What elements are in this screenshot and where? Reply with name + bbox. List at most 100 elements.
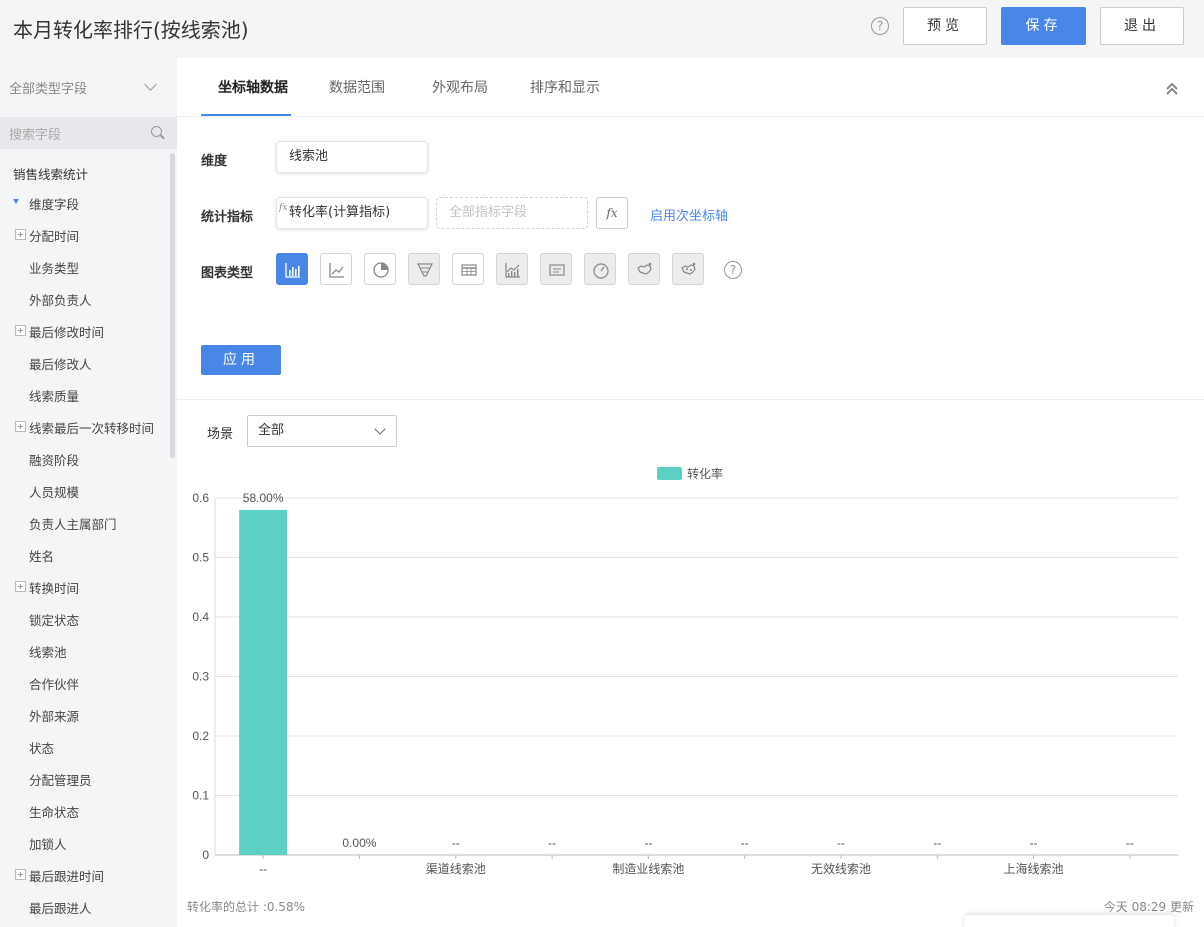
y-tick-label: 0.1 — [192, 789, 209, 803]
sidebar-field-item[interactable]: 分配时间 — [29, 226, 79, 245]
chart-type-area[interactable] — [496, 253, 528, 285]
tab-axis-data[interactable]: 坐标轴数据 — [218, 77, 288, 97]
collapse-up-icon[interactable] — [1165, 82, 1179, 96]
tab-appearance[interactable]: 外观布局 — [432, 77, 488, 97]
y-tick-label: 0.2 — [192, 729, 209, 743]
sidebar-field-item[interactable]: 加锁人 — [29, 834, 67, 853]
sidebar-field-item[interactable]: 合作伙伴 — [29, 674, 79, 693]
sidebar-field-item[interactable]: 最后跟进时间 — [29, 866, 104, 885]
tab-sort-display[interactable]: 排序和显示 — [530, 77, 600, 97]
chart-type-table[interactable] — [452, 253, 484, 285]
chart-type-funnel[interactable] — [408, 253, 440, 285]
bar — [239, 509, 288, 855]
tab-bar: 坐标轴数据 数据范围 外观布局 排序和显示 — [177, 58, 1204, 117]
exit-button[interactable]: 退出 — [1100, 7, 1184, 45]
expand-plus-icon[interactable] — [15, 869, 26, 880]
chart-type-bar[interactable] — [276, 253, 308, 285]
active-tab-indicator — [201, 114, 291, 116]
y-tick-label: 0.4 — [192, 610, 209, 624]
tree-group-dimension[interactable]: 维度字段 — [29, 194, 79, 213]
metric-field-label: 转化率(计算指标) — [289, 205, 391, 220]
chart-type-text-card[interactable] — [540, 253, 572, 285]
expand-plus-icon[interactable] — [15, 325, 26, 336]
sidebar-field-item[interactable]: 最后跟进人 — [29, 898, 92, 917]
text-card-icon — [549, 264, 565, 276]
funnel-chart-icon — [417, 263, 433, 277]
line-chart-icon — [329, 263, 344, 278]
metric-drop-zone[interactable]: 全部指标字段 — [436, 197, 588, 229]
chart-type-pie[interactable] — [364, 253, 396, 285]
sidebar-field-item[interactable]: 融资阶段 — [29, 450, 79, 469]
tree-root: 销售线索统计 — [13, 167, 89, 182]
area-chart-icon — [505, 263, 520, 278]
field-type-selector[interactable]: 全部类型字段 — [9, 78, 87, 97]
chart-type-line[interactable] — [320, 253, 352, 285]
expand-plus-icon[interactable] — [15, 229, 26, 240]
config-panel: 坐标轴数据 数据范围 外观布局 排序和显示 维度 线索池 统计指标 fx 转化率… — [177, 58, 1204, 927]
data-label: -- — [548, 836, 556, 850]
chevron-down-icon — [374, 423, 386, 435]
x-tick-label: 渠道线索池 — [426, 862, 486, 876]
preview-button[interactable]: 预览 — [903, 7, 987, 45]
search-icon[interactable] — [151, 126, 162, 137]
sidebar-field-item[interactable]: 生命状态 — [29, 802, 79, 821]
x-tick-label: 无效线索池 — [811, 861, 871, 876]
data-label: 58.00% — [243, 491, 284, 505]
tab-data-range[interactable]: 数据范围 — [329, 77, 385, 97]
sidebar-field-item[interactable]: 外部来源 — [29, 706, 79, 725]
field-search-input[interactable]: 搜索字段 — [0, 117, 177, 149]
sidebar-field-item[interactable]: 姓名 — [29, 546, 54, 565]
apply-button[interactable]: 应用 — [201, 345, 281, 375]
expand-plus-icon[interactable] — [15, 581, 26, 592]
chart-type-help-icon[interactable]: ? — [724, 261, 742, 279]
save-button[interactable]: 保存 — [1001, 7, 1086, 45]
chart-type-china-map[interactable] — [628, 253, 660, 285]
section-divider — [177, 399, 1204, 400]
sidebar-field-item[interactable]: 人员规模 — [29, 482, 79, 501]
sidebar-field-item[interactable]: 状态 — [29, 738, 54, 757]
scene-label: 场景 — [207, 427, 234, 442]
y-tick-label: 0.6 — [192, 491, 209, 505]
sidebar-field-item[interactable]: 转换时间 — [29, 578, 79, 597]
x-tick-label: 上海线索池 — [1004, 861, 1064, 876]
sidebar-field-item[interactable]: 最后修改时间 — [29, 322, 104, 341]
field-sidebar: 全部类型字段 搜索字段 销售线索统计 维度字段 分配时间业务类型外部负责人最后修… — [0, 58, 177, 927]
y-tick-label: 0.5 — [192, 551, 209, 565]
sidebar-field-item[interactable]: 负责人主属部门 — [29, 514, 117, 533]
metric-field[interactable]: fx 转化率(计算指标) — [276, 197, 428, 229]
formula-button[interactable]: fx — [596, 197, 628, 229]
bar-chart-icon — [285, 263, 300, 278]
sidebar-field-item[interactable]: 线索质量 — [29, 386, 79, 405]
data-label: 0.00% — [342, 836, 376, 850]
fx-icon: fx — [279, 203, 288, 213]
chevron-down-icon[interactable] — [144, 78, 157, 91]
expand-plus-icon[interactable] — [15, 421, 26, 432]
china-map-icon — [637, 262, 652, 275]
header-bar: 本月转化率排行(按线索池) ? 预览 保存 退出 — [0, 0, 1204, 58]
floating-widget[interactable] — [964, 915, 1174, 927]
data-label: -- — [452, 836, 460, 850]
sidebar-field-item[interactable]: 外部负责人 — [29, 290, 92, 309]
help-icon[interactable]: ? — [871, 17, 889, 35]
chart-type-world-map[interactable] — [672, 253, 704, 285]
scene-select-value: 全部 — [258, 423, 285, 438]
search-placeholder: 搜索字段 — [9, 128, 62, 143]
sidebar-scrollbar[interactable] — [170, 153, 175, 458]
sidebar-field-item[interactable]: 线索最后一次转移时间 — [29, 418, 154, 437]
gauge-chart-icon — [593, 263, 609, 279]
caret-down-icon[interactable] — [13, 199, 19, 204]
sidebar-field-item[interactable]: 最后修改人 — [29, 354, 92, 373]
chart-type-gauge[interactable] — [584, 253, 616, 285]
dimension-field[interactable]: 线索池 — [276, 141, 428, 173]
table-chart-icon — [461, 264, 477, 276]
scene-select[interactable]: 全部 — [247, 415, 397, 447]
bar-chart: 0 0.1 0.2 0.3 0.4 0.5 0.6 58.00% -- 0.00% -- 渠道线索池 -… — [192, 491, 1178, 876]
secondary-axis-link[interactable]: 启用次坐标轴 — [650, 205, 728, 224]
chart-type-label: 图表类型 — [201, 266, 254, 281]
page-title: 本月转化率排行(按线索池) — [13, 18, 249, 42]
sidebar-field-item[interactable]: 锁定状态 — [29, 610, 79, 629]
data-label: -- — [1126, 836, 1134, 850]
sidebar-field-item[interactable]: 线索池 — [29, 642, 67, 661]
sidebar-field-item[interactable]: 分配管理员 — [29, 770, 92, 789]
sidebar-field-item[interactable]: 业务类型 — [29, 258, 79, 277]
